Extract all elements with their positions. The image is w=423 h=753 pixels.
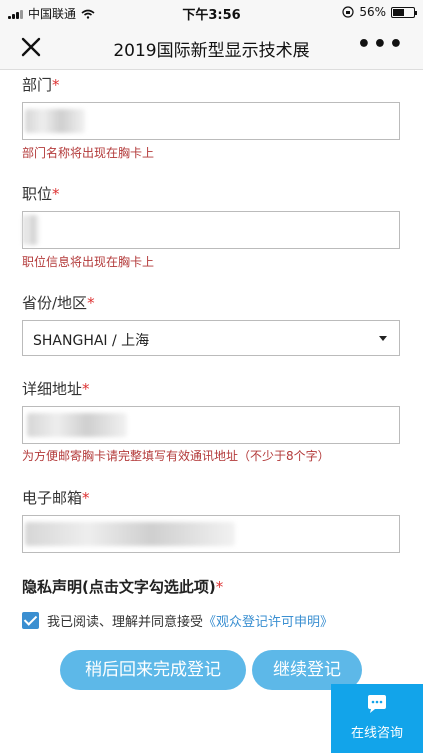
chat-icon — [368, 695, 386, 713]
consent-text: 我已阅读、理解并同意接受 — [47, 615, 204, 630]
consent-checkbox[interactable] — [22, 612, 39, 629]
registration-form: 部门* 部门名称将出现在胸卡上 职位* 职位信息将出现在胸卡上 省份/地区* S… — [0, 70, 423, 753]
consent-link[interactable]: 《观众登记许可申明》 — [203, 611, 333, 630]
position-hint: 职位信息将出现在胸卡上 — [22, 255, 155, 269]
page-title: 2019国际新型显示技术展 — [113, 41, 310, 61]
more-icon[interactable]: ••• — [357, 32, 405, 57]
privacy-title[interactable]: 隐私声明(点击文字勾选此项)* — [22, 576, 223, 597]
email-field[interactable] — [22, 515, 400, 553]
online-chat-button[interactable]: 在线咨询 — [331, 684, 423, 753]
caret-down-icon — [379, 336, 387, 341]
position-field[interactable] — [22, 211, 400, 249]
consent-row[interactable]: 我已阅读、理解并同意接受 《观众登记许可申明》 — [22, 611, 333, 630]
address-label: 详细地址* — [22, 380, 90, 398]
position-label: 职位* — [22, 185, 60, 203]
battery-icon — [391, 6, 417, 18]
province-label: 省份/地区* — [22, 294, 95, 312]
finish-later-button[interactable]: 稍后回来完成登记 — [60, 650, 246, 690]
email-label: 电子邮箱* — [22, 489, 90, 507]
close-icon[interactable] — [18, 34, 44, 60]
status-right: 56% — [342, 5, 417, 19]
province-value: SHANGHAI / 上海 — [33, 333, 150, 349]
department-label: 部门* — [22, 76, 60, 94]
department-hint: 部门名称将出现在胸卡上 — [22, 146, 155, 160]
nav-bar: 2019国际新型显示技术展 ••• — [0, 24, 423, 70]
address-hint: 为方便邮寄胸卡请完整填写有效通讯地址（不少于8个字） — [22, 449, 330, 463]
province-select[interactable]: SHANGHAI / 上海 — [22, 320, 400, 356]
battery-percent: 56% — [359, 5, 386, 19]
orientation-lock-icon — [342, 6, 354, 18]
status-bar: 中国联通 下午3:56 56% — [0, 0, 423, 24]
address-field[interactable] — [22, 406, 400, 444]
department-field[interactable] — [22, 102, 400, 140]
chat-label: 在线咨询 — [350, 726, 403, 741]
